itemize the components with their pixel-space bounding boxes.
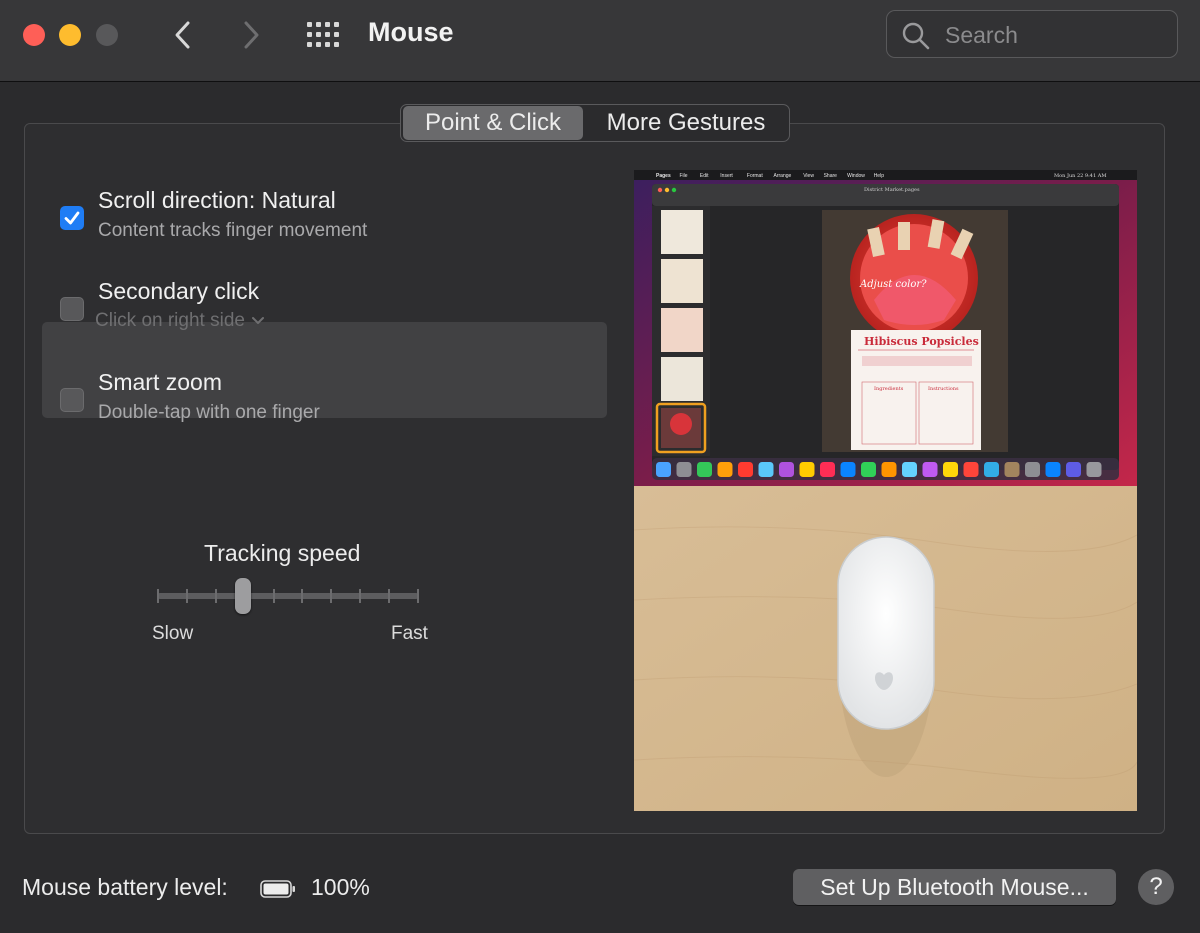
preview-doc-title: District Market.pages: [864, 187, 920, 193]
window-title: Mouse: [368, 17, 454, 47]
zoom-window-button: [96, 24, 118, 46]
battery-level-label: Mouse battery level:: [22, 874, 228, 900]
preview-dock-app-icon: [758, 462, 774, 477]
secondary-click-checkbox[interactable]: [60, 297, 84, 321]
tracking-speed-tick: [330, 589, 333, 603]
secondary-click-value: Click on right side: [95, 310, 245, 332]
preview-menu-item: Format: [747, 173, 763, 179]
battery-icon: [260, 880, 296, 898]
preview-dock-app-icon: [799, 462, 815, 477]
scroll-direction-label: Scroll direction: Natural: [98, 187, 336, 213]
search-field[interactable]: [886, 10, 1178, 58]
preview-dock-app-icon: [1025, 462, 1040, 477]
preview-menu-item: Help: [874, 173, 885, 179]
tracking-speed-tick: [157, 589, 159, 603]
preview-dock-app-icon: [738, 462, 753, 477]
preview-dock-app-icon: [1066, 462, 1081, 477]
smart-zoom-checkbox[interactable]: [60, 388, 84, 412]
preview-menu-item: Share: [824, 173, 838, 179]
grid-icon: [307, 22, 339, 47]
scroll-direction-checkbox[interactable]: [60, 206, 84, 230]
tracking-speed-tick: [185, 589, 188, 603]
preview-dock-app-icon: [922, 462, 938, 477]
preview-dock-app-icon: [861, 462, 876, 477]
show-all-button[interactable]: [306, 21, 342, 49]
preview-dock-app-icon: [676, 462, 692, 477]
preview-dock-app-icon: [1045, 462, 1061, 477]
preview-instructions-header: Instructions: [928, 386, 959, 392]
preview-menu-item: Arrange: [774, 173, 792, 179]
tab-more-gestures[interactable]: More Gestures: [583, 106, 789, 140]
preview-recipe-title: Hibiscus Popsicles: [864, 335, 979, 348]
preview-menu-item: Window: [847, 173, 865, 179]
preview-dock-app-icon: [1004, 462, 1020, 477]
preview-dock-app-icon: [881, 462, 897, 477]
tab-bar: Point & Click More Gestures: [400, 104, 790, 142]
preview-dock-app-icon: [697, 462, 712, 477]
back-button[interactable]: [168, 18, 198, 52]
tracking-speed-thumb[interactable]: [235, 578, 252, 614]
preview-menu-item: View: [803, 173, 814, 179]
title-bar: Mouse: [0, 0, 1200, 82]
preview-dock-app-icon: [902, 462, 917, 477]
preview-dock-app-icon: [656, 462, 671, 477]
preview-dock-app-icon: [984, 462, 999, 477]
tracking-speed-label: Tracking speed: [204, 540, 361, 566]
preview-dock-app-icon: [779, 462, 794, 477]
secondary-click-popup[interactable]: Click on right side: [95, 310, 265, 332]
tracking-speed-tick: [417, 589, 419, 603]
smart-zoom-description: Double-tap with one finger: [98, 402, 320, 423]
tracking-speed-tick: [388, 589, 391, 603]
search-icon: [902, 22, 930, 50]
secondary-click-label: Secondary click: [98, 278, 260, 304]
tracking-speed-tick: [301, 589, 304, 603]
battery-level-value: 100%: [311, 874, 370, 900]
preview-dock-app-icon: [963, 462, 979, 477]
chevron-down-icon: [251, 310, 265, 332]
preview-dock-app-icon: [717, 462, 733, 477]
preview-dock-app-icon: [943, 462, 958, 477]
preview-menu-item: Edit: [700, 173, 709, 179]
chevron-right-icon: [244, 21, 259, 49]
tracking-speed-tick: [272, 589, 275, 603]
tracking-speed-min-label: Slow: [152, 623, 194, 644]
search-input[interactable]: [943, 19, 1167, 51]
setup-bluetooth-mouse-button[interactable]: Set Up Bluetooth Mouse...: [793, 869, 1116, 905]
preview-menu-item: File: [680, 173, 688, 179]
checkmark-icon: [64, 211, 80, 225]
preview-ingredients-header: Ingredients: [874, 386, 904, 392]
preview-dock-app-icon: [840, 462, 856, 477]
scroll-direction-description: Content tracks finger movement: [98, 220, 368, 241]
tab-point-and-click[interactable]: Point & Click: [403, 106, 583, 140]
preview-menu-item: Pages: [656, 173, 671, 179]
preview-dock-app-icon: [820, 462, 835, 477]
forward-button[interactable]: [236, 18, 266, 52]
preview-dock-app-icon: [1086, 462, 1102, 477]
minimize-window-button[interactable]: [59, 24, 81, 46]
help-button[interactable]: ?: [1138, 869, 1174, 905]
preview-menu-item: Insert: [720, 173, 733, 179]
tracking-speed-max-label: Fast: [391, 623, 428, 644]
tracking-speed-track[interactable]: [157, 593, 419, 599]
preview-handwriting: Adjust color?: [859, 279, 927, 290]
tracking-speed-tick: [359, 589, 362, 603]
close-window-button[interactable]: [23, 24, 45, 46]
preview-clock: Mon Jun 22 9:41 AM: [1054, 173, 1106, 179]
tracking-speed-tick: [214, 589, 217, 603]
gesture-preview-image: Pages File Edit Insert Format Arrange View Shar…: [634, 170, 1137, 811]
chevron-left-icon: [175, 21, 190, 49]
smart-zoom-label: Smart zoom: [98, 369, 222, 395]
